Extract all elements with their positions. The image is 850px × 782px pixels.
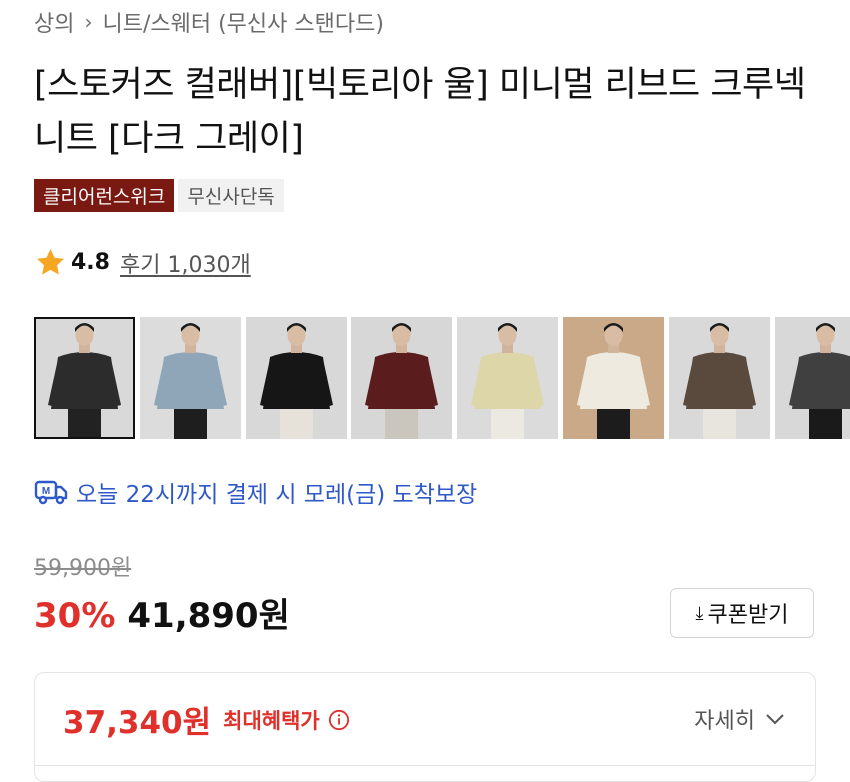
product-thumbnail[interactable]	[140, 317, 241, 439]
delivery-truck-icon: M	[34, 480, 68, 505]
breadcrumb-category[interactable]: 상의	[34, 6, 74, 38]
model-photo	[246, 317, 347, 439]
delivery-text: 오늘 22시까지 결제 시 모레(금) 도착보장	[76, 482, 478, 508]
breadcrumb-subcategory[interactable]: 니트/스웨터 (무신사 스탠다드)	[102, 6, 383, 38]
badge-group: 클리어런스위크 무신사단독	[34, 179, 284, 212]
rating: 4.8 후기 1,030개	[34, 246, 251, 279]
coupon-download-button[interactable]: ⤓ 쿠폰받기	[670, 588, 814, 638]
model-photo	[669, 317, 770, 439]
product-thumbnail[interactable]	[246, 317, 347, 439]
product-thumbnail[interactable]	[775, 317, 850, 439]
product-title: [스토커즈 컬래버][빅토리아 울] 미니멀 리브드 크루넥 니트 [다크 그레…	[34, 65, 806, 159]
model-photo	[775, 317, 850, 439]
benefit-detail-toggle[interactable]: 자세히	[694, 703, 785, 735]
clearance-badge: 클리어런스위크	[34, 179, 175, 212]
exclusive-badge: 무신사단독	[178, 179, 284, 212]
product-thumbnail[interactable]	[351, 317, 452, 439]
product-thumbnail[interactable]	[669, 317, 770, 439]
coupon-label: 쿠폰받기	[707, 603, 789, 628]
rating-score: 4.8	[71, 250, 110, 275]
star-icon	[37, 249, 64, 275]
discount-rate: 30%	[34, 596, 116, 636]
product-thumbnail[interactable]	[34, 317, 135, 439]
breadcrumb: 상의 › 니트/스웨터 (무신사 스탠다드)	[34, 6, 384, 38]
detail-label: 자세히	[694, 709, 755, 734]
divider	[35, 765, 815, 766]
model-photo	[457, 317, 558, 439]
delivery-guarantee: M 오늘 22시까지 결제 시 모레(금) 도착보장	[34, 475, 477, 509]
product-thumbnail[interactable]	[563, 317, 664, 439]
download-icon: ⤓	[695, 602, 704, 624]
model-photo	[34, 317, 135, 439]
chevron-down-icon	[766, 714, 784, 725]
max-benefit-panel: 37,340원 최대혜택가 자세히	[34, 672, 816, 782]
price-row: 30% 41,890원	[34, 588, 290, 637]
original-price: 59,900원	[34, 556, 132, 581]
product-thumbnail[interactable]	[457, 317, 558, 439]
review-count-link[interactable]: 후기 1,030개	[120, 247, 251, 279]
model-photo	[563, 317, 664, 439]
model-photo	[351, 317, 452, 439]
sale-price: 41,890원	[127, 596, 290, 636]
thumbnail-strip	[34, 317, 850, 441]
chevron-right-icon: ›	[84, 10, 93, 34]
max-benefit-price: 37,340원	[63, 705, 212, 741]
model-photo	[140, 317, 241, 439]
info-icon[interactable]	[328, 709, 350, 731]
svg-text:M: M	[42, 486, 50, 497]
max-benefit-label: 최대혜택가	[223, 708, 320, 733]
